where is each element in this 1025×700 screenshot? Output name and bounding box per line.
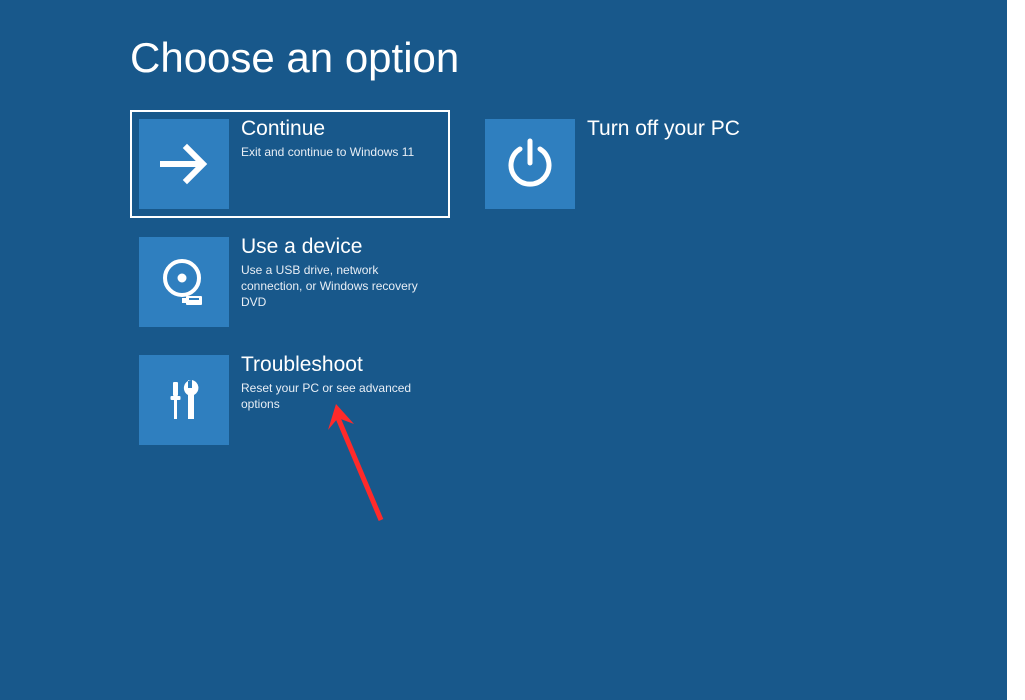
options-row-3: Troubleshoot Reset your PC or see advanc… [130,346,1025,454]
continue-desc: Exit and continue to Windows 11 [241,144,414,160]
turn-off-text: Turn off your PC [575,119,746,144]
turn-off-tile[interactable]: Turn off your PC [476,110,796,218]
troubleshoot-title: Troubleshoot [241,353,435,376]
turn-off-title: Turn off your PC [587,117,740,140]
troubleshoot-text: Troubleshoot Reset your PC or see advanc… [229,355,441,412]
options-row-1: Continue Exit and continue to Windows 11… [130,110,1025,218]
use-a-device-title: Use a device [241,235,435,258]
page-title: Choose an option [130,34,1025,82]
options-row-2: Use a device Use a USB drive, network co… [130,228,1025,336]
troubleshoot-tile[interactable]: Troubleshoot Reset your PC or see advanc… [130,346,450,454]
arrow-right-icon [139,119,229,209]
troubleshoot-desc: Reset your PC or see advanced options [241,380,435,412]
use-a-device-desc: Use a USB drive, network connection, or … [241,262,435,311]
continue-title: Continue [241,117,414,140]
vertical-scrollbar[interactable] [1007,0,1025,700]
device-disc-icon [139,237,229,327]
power-icon [485,119,575,209]
options-grid: Continue Exit and continue to Windows 11… [130,110,1025,454]
tools-icon [139,355,229,445]
continue-text: Continue Exit and continue to Windows 11 [229,119,420,160]
continue-tile[interactable]: Continue Exit and continue to Windows 11 [130,110,450,218]
use-a-device-tile[interactable]: Use a device Use a USB drive, network co… [130,228,450,336]
recovery-options-page: Choose an option Continue Exit and conti… [0,0,1025,700]
use-a-device-text: Use a device Use a USB drive, network co… [229,237,441,311]
